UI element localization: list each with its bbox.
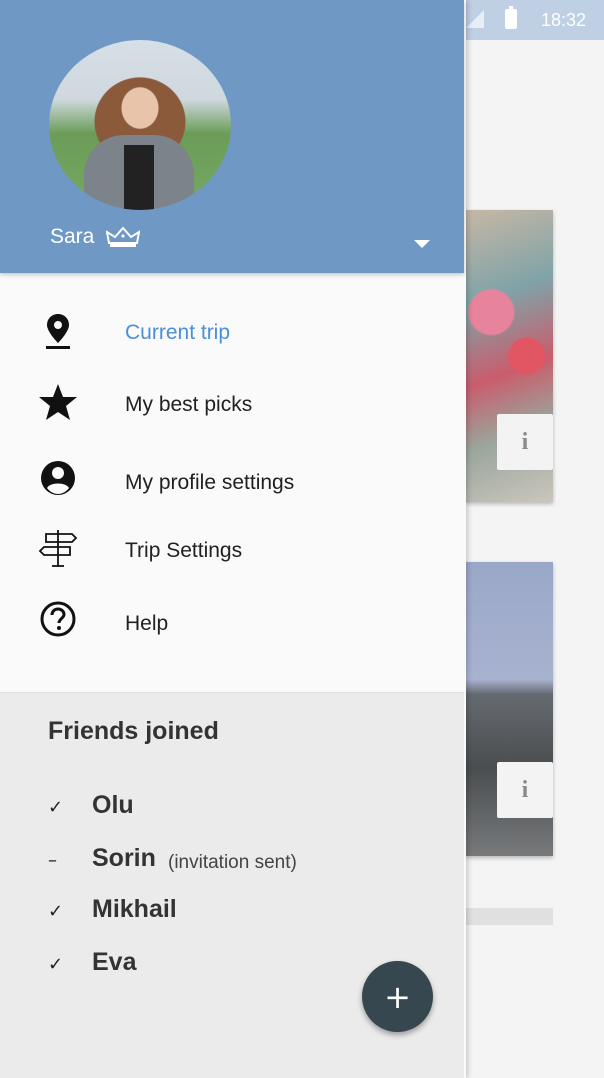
- friend-name: Mikhail: [92, 895, 177, 923]
- menu-item-current-trip[interactable]: Current trip: [0, 298, 464, 354]
- menu-item-profile-settings[interactable]: My profile settings: [0, 448, 464, 504]
- friend-name: Eva: [92, 948, 137, 976]
- dash-icon: –: [48, 850, 57, 871]
- trip-card-1[interactable]: i: [465, 210, 553, 502]
- menu-label-profile-settings: My profile settings: [125, 471, 295, 494]
- add-friend-button[interactable]: +: [362, 961, 433, 1032]
- friend-item[interactable]: ✓ Mikhail: [0, 891, 464, 931]
- friend-status-note: (invitation sent): [168, 852, 297, 873]
- menu-item-best-picks[interactable]: My best picks: [0, 370, 464, 426]
- menu-label-best-picks: My best picks: [125, 393, 253, 416]
- friend-name: Olu: [92, 791, 134, 819]
- battery-icon: [505, 6, 517, 29]
- status-time: 18:32: [540, 10, 586, 30]
- signal-icon: [466, 10, 484, 28]
- check-icon: ✓: [48, 797, 64, 818]
- avatar-figure-shirt: [124, 145, 154, 210]
- info-button[interactable]: i: [497, 762, 553, 818]
- crown-icon: [106, 226, 140, 247]
- friend-name: Sorin: [92, 844, 156, 872]
- info-button[interactable]: i: [497, 414, 553, 470]
- check-icon: ✓: [48, 954, 64, 975]
- menu-label-help: Help: [125, 612, 169, 635]
- navigation-drawer: Sara Current trip My best picks My profi…: [0, 0, 466, 1078]
- help-circle-icon: [40, 601, 76, 637]
- drawer-header: Sara: [0, 0, 464, 273]
- trip-card-2[interactable]: i: [465, 562, 553, 856]
- account-dropdown-icon[interactable]: [414, 240, 430, 248]
- background-placeholder-bar: [465, 908, 553, 925]
- avatar[interactable]: [49, 40, 231, 210]
- friend-item[interactable]: – Sorin (invitation sent): [0, 840, 464, 880]
- user-name: Sara: [50, 225, 95, 248]
- check-icon: ✓: [48, 901, 64, 922]
- friends-title: Friends joined: [48, 717, 219, 745]
- menu-label-trip-settings: Trip Settings: [125, 539, 243, 562]
- menu-item-trip-settings[interactable]: Trip Settings: [0, 516, 464, 572]
- menu-item-help[interactable]: Help: [0, 589, 464, 645]
- account-circle-icon: [41, 461, 75, 495]
- signpost-icon: [38, 530, 78, 567]
- location-pin-icon: [46, 314, 70, 349]
- menu-label-current-trip: Current trip: [125, 321, 231, 344]
- star-icon: [39, 384, 77, 420]
- friend-item[interactable]: ✓ Olu: [0, 787, 464, 827]
